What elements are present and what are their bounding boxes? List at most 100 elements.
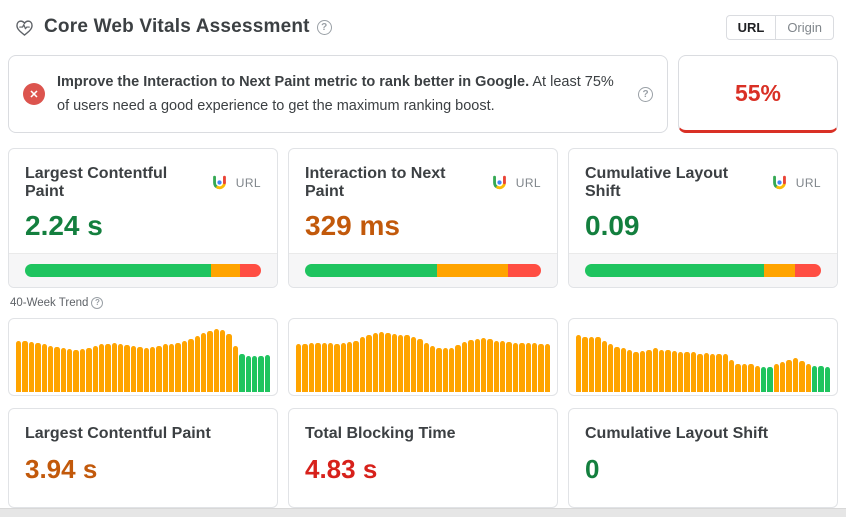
trend-bar: [137, 347, 143, 392]
alert-help-icon[interactable]: ?: [638, 86, 653, 102]
trend-bar: [353, 340, 359, 392]
trend-bar: [86, 347, 92, 392]
trend-bar: [582, 336, 588, 392]
trend-bar: [92, 345, 98, 392]
trend-bar: [818, 366, 824, 392]
trend-bar: [423, 342, 429, 392]
trend-bar: [531, 343, 538, 392]
trend-bar: [754, 365, 760, 392]
trend-bar: [500, 341, 506, 392]
trend-bar: [239, 354, 245, 392]
trend-bar: [468, 339, 474, 392]
trend-bar: [601, 340, 607, 392]
trend-bar: [429, 345, 436, 392]
trend-bar: [576, 335, 582, 392]
trend-bar: [296, 344, 302, 392]
scope-label: URL: [795, 176, 821, 190]
trend-bar: [792, 358, 799, 392]
trend-bar: [442, 348, 448, 392]
trend-bar: [449, 347, 455, 392]
trend-bar: [41, 344, 47, 392]
trend-bar: [588, 336, 595, 392]
toggle-url-button[interactable]: URL: [727, 16, 776, 39]
trend-bar: [251, 356, 258, 392]
distribution-segment-good: [25, 264, 212, 277]
trend-bar: [684, 352, 690, 392]
trend-bar: [385, 332, 391, 392]
trend-bar: [334, 343, 340, 392]
assessment-row: ✕ Improve the Interaction to Next Paint …: [8, 55, 838, 133]
trend-help-icon[interactable]: ?: [91, 296, 104, 309]
summary-title: Total Blocking Time: [305, 425, 456, 442]
passing-score-value: 55%: [734, 79, 782, 106]
chrome-ux-icon: [211, 175, 228, 192]
summary-value: 4.83 s: [305, 454, 378, 484]
help-icon[interactable]: ?: [316, 19, 332, 35]
summary-title: Largest Contentful Paint: [25, 425, 211, 442]
trend-bar: [506, 341, 512, 392]
trend-bar: [308, 343, 315, 392]
scope-label: URL: [235, 176, 261, 190]
trend-bar: [627, 350, 633, 392]
trend-bar: [28, 341, 35, 392]
trend-bar: [60, 348, 66, 392]
distribution-segment-good: [305, 264, 438, 277]
trend-bar: [302, 343, 308, 392]
trend-bar: [327, 343, 334, 392]
distribution-segment-poor: [795, 264, 821, 277]
trend-bar: [474, 338, 480, 392]
trend-bar: [748, 364, 754, 392]
trend-bar: [232, 345, 239, 392]
trend-bar: [709, 353, 716, 392]
trend-bar: [455, 345, 461, 392]
trend-bar: [98, 344, 105, 392]
distribution-bar: [305, 264, 541, 277]
trend-chart-card-lcp: [8, 318, 278, 396]
trend-bar: [124, 345, 130, 392]
trend-bar: [315, 342, 321, 392]
distribution-segment-needs-improvement: [764, 264, 796, 277]
trend-bar: [143, 347, 149, 392]
metric-cards-row: Largest Contentful Paint URL 2.24 s Inte…: [8, 148, 838, 288]
trend-bar: [665, 350, 671, 392]
trend-bar: [22, 341, 28, 392]
trend-bar: [359, 336, 366, 392]
trend-bar: [461, 341, 468, 392]
alert-bold-text: Improve the Interaction to Next Paint me…: [57, 74, 530, 90]
trend-bar: [245, 355, 251, 392]
trend-bar: [347, 341, 353, 392]
trend-bar: [493, 340, 499, 392]
error-x-icon: ✕: [23, 83, 45, 105]
scope-label: URL: [515, 176, 541, 190]
trend-bar: [391, 333, 397, 392]
trend-bar: [372, 333, 378, 392]
trend-bar: [73, 349, 79, 392]
trend-bar: [188, 338, 194, 392]
trend-label: 40-Week Trend: [10, 296, 89, 309]
trend-chart-cls: [576, 326, 830, 392]
trend-bar: [378, 331, 385, 392]
trend-bar: [175, 343, 181, 392]
trend-label-row: 40-Week Trend ?: [10, 295, 838, 310]
trend-chart-card-tbt: [288, 318, 558, 396]
toggle-origin-button[interactable]: Origin: [775, 15, 833, 39]
viewport-bottom-edge: [0, 508, 846, 517]
trend-bar: [633, 352, 639, 392]
trend-chart-lcp: [16, 326, 270, 392]
trend-bar: [646, 349, 652, 392]
metric-value: 2.24 s: [25, 210, 103, 241]
trend-bar: [417, 339, 423, 392]
trend-bar: [226, 333, 232, 392]
trend-bar: [811, 365, 818, 392]
alert-text: Improve the Interaction to Next Paint me…: [57, 70, 617, 118]
summary-title: Cumulative Layout Shift: [585, 425, 769, 442]
trend-bar: [213, 328, 219, 392]
trend-bar: [321, 342, 327, 392]
trend-bar: [652, 348, 658, 392]
trend-bar: [47, 345, 54, 392]
trend-bar: [690, 351, 697, 392]
trend-bar: [105, 343, 111, 392]
trend-bar: [678, 351, 684, 392]
trend-bar: [658, 349, 665, 392]
trend-bar: [716, 353, 722, 392]
